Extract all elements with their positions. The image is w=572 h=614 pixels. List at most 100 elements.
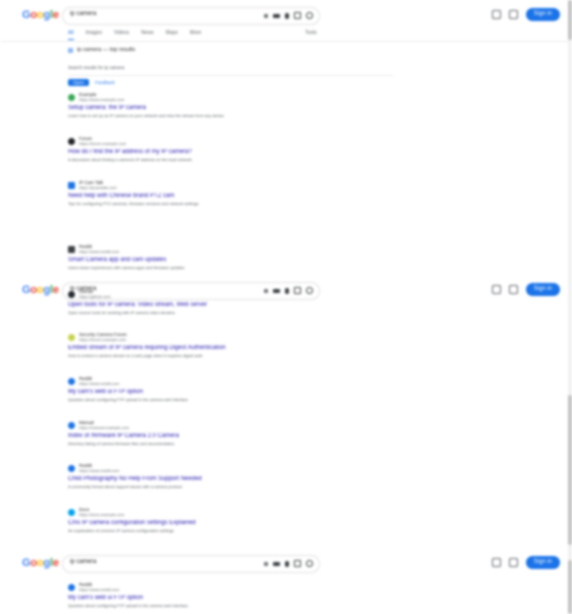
tab-maps[interactable]: Maps <box>166 30 178 40</box>
logo-letter: e <box>52 284 59 296</box>
scrollbar-thumb[interactable] <box>568 0 572 40</box>
search-result: Reddit https://www.reddit.com Child Photo… <box>68 463 263 489</box>
feedback-link[interactable]: Feedback <box>95 80 115 85</box>
site-favicon-icon <box>68 333 75 341</box>
sign-in-button[interactable]: Sign in <box>525 8 560 21</box>
search-result: Reddit https://www.reddit.com My cam's we… <box>68 582 263 608</box>
result-snippet: Question about configuring FTP upload in… <box>68 397 189 402</box>
search-result: Example https://www.example.com Setup cam… <box>68 92 263 118</box>
lens-icon[interactable] <box>294 287 301 294</box>
tab-more[interactable]: More <box>190 30 201 40</box>
apps-icon[interactable] <box>508 285 518 294</box>
sign-in-button[interactable]: Sign in <box>525 283 560 296</box>
tab-images[interactable]: Images <box>86 30 102 40</box>
site-favicon-icon <box>68 93 75 101</box>
scrollbar-thumb[interactable] <box>568 560 572 614</box>
result-snippet: Question about configuring FTP upload in… <box>68 603 189 608</box>
result-url[interactable]: https://www.reddit.com <box>79 249 119 254</box>
tab-videos[interactable]: Videos <box>114 30 129 40</box>
apps-icon[interactable] <box>508 10 518 19</box>
search-icon[interactable] <box>306 12 313 19</box>
apps-icon[interactable] <box>508 558 518 567</box>
settings-icon[interactable] <box>491 558 501 567</box>
clear-icon[interactable] <box>264 288 268 293</box>
site-favicon-icon <box>68 181 75 189</box>
keyboard-icon[interactable] <box>273 288 280 293</box>
logo-letter: e <box>52 9 59 21</box>
header: Google ip camera Sign in <box>0 548 572 578</box>
result-title[interactable]: My cam's web ui FTP option <box>68 389 263 395</box>
result-title[interactable]: Setup camera: the IP camera <box>68 105 263 111</box>
result-snippet: How to embed a camera stream on a web pa… <box>68 353 204 358</box>
keyboard-icon[interactable] <box>273 561 280 566</box>
tab-all[interactable]: All <box>68 30 74 40</box>
tab-news[interactable]: News <box>141 30 154 40</box>
site-favicon-icon <box>68 290 75 298</box>
search-result: Reddit https://www.reddit.com Smart Camer… <box>68 244 263 270</box>
site-favicon-icon <box>68 508 75 516</box>
result-title[interactable]: How do I find the IP address of my IP ca… <box>68 149 263 155</box>
result-url[interactable]: https://ipcamtalk.com <box>79 185 117 190</box>
result-title[interactable]: Need help with Chinese brand PTZ cam <box>68 193 263 199</box>
search-icon[interactable] <box>306 287 313 294</box>
scrollbar[interactable] <box>568 0 572 275</box>
info-icon <box>68 47 73 53</box>
result-url[interactable]: https://forum.example.com <box>79 337 127 342</box>
keyboard-icon[interactable] <box>273 13 280 18</box>
site-favicon-icon <box>68 421 75 429</box>
result-title[interactable]: Smart Camera app and cam updates <box>68 257 263 263</box>
result-title[interactable]: Index of /firmware IP Camera 2.0 Camera <box>68 433 263 439</box>
scrollbar-thumb[interactable] <box>568 395 572 545</box>
results-page-1: Google ip camera Sign in All Images Vide… <box>0 0 572 275</box>
result-title[interactable]: Cms IP camera configuration settings Exp… <box>68 520 263 526</box>
result-title[interactable]: Open tools for IP camera: Video stream, … <box>68 302 263 308</box>
clear-icon[interactable] <box>264 561 268 566</box>
settings-icon[interactable] <box>491 285 501 294</box>
result-title[interactable]: My cam's web ui FTP option <box>68 595 263 601</box>
clear-icon[interactable] <box>264 13 268 18</box>
result-snippet: A community thread about support issues … <box>68 484 183 489</box>
result-url[interactable]: https://manual.example.com <box>79 425 129 430</box>
divider <box>0 41 572 42</box>
result-title[interactable]: Embed stream of IP camera requiring Dige… <box>68 345 263 351</box>
header: Google ip camera Sign in <box>0 0 572 30</box>
search-query[interactable]: ip camera <box>70 559 96 565</box>
google-logo[interactable]: Google <box>22 9 59 21</box>
divider <box>68 75 394 76</box>
result-url[interactable]: https://www.reddit.com <box>79 587 119 592</box>
featured-snippet: ip camera — top results Search results f… <box>68 47 394 86</box>
result-url[interactable]: https://github.com <box>79 294 111 299</box>
open-button[interactable]: Open <box>68 79 90 86</box>
google-logo[interactable]: Google <box>22 284 59 296</box>
result-snippet: Directory listing of camera firmware fil… <box>68 441 176 446</box>
search-result: IP Cam Talk https://ipcamtalk.com Need he… <box>68 180 263 206</box>
result-snippet: Users share experiences with camera apps… <box>68 265 186 270</box>
search-query[interactable]: ip camera <box>70 11 96 17</box>
result-title[interactable]: Child Photography No Help From Support N… <box>68 476 263 482</box>
search-input[interactable]: ip camera <box>62 555 320 573</box>
search-result: Manual https://manual.example.com Index o… <box>68 420 263 446</box>
google-logo[interactable]: Google <box>22 557 59 569</box>
search-tabs: All Images Videos News Maps More <box>68 30 201 40</box>
tools-button[interactable]: Tools <box>305 30 317 36</box>
sign-in-button[interactable]: Sign in <box>525 556 560 569</box>
search-input[interactable]: ip camera <box>62 7 320 25</box>
lens-icon[interactable] <box>294 560 301 567</box>
result-url[interactable]: https://www.reddit.com <box>79 381 119 386</box>
result-url[interactable]: https://docs.example.com <box>79 512 124 517</box>
site-favicon-icon <box>68 464 75 472</box>
result-url[interactable]: https://forum.example.com <box>79 141 126 146</box>
logo-letter: e <box>52 557 59 569</box>
mic-icon[interactable] <box>285 560 289 567</box>
lens-icon[interactable] <box>294 12 301 19</box>
result-url[interactable]: https://www.reddit.com <box>79 468 119 473</box>
snippet-title[interactable]: ip camera — top results <box>77 47 135 53</box>
search-icon[interactable] <box>306 560 313 567</box>
result-snippet: An explanation of common IP camera confi… <box>68 528 175 533</box>
site-favicon-icon <box>68 377 75 385</box>
mic-icon[interactable] <box>285 12 289 19</box>
search-result: GitHub https://github.com Open tools for … <box>68 289 263 315</box>
settings-icon[interactable] <box>491 10 501 19</box>
result-url[interactable]: https://www.example.com <box>79 97 124 102</box>
mic-icon[interactable] <box>285 287 289 294</box>
